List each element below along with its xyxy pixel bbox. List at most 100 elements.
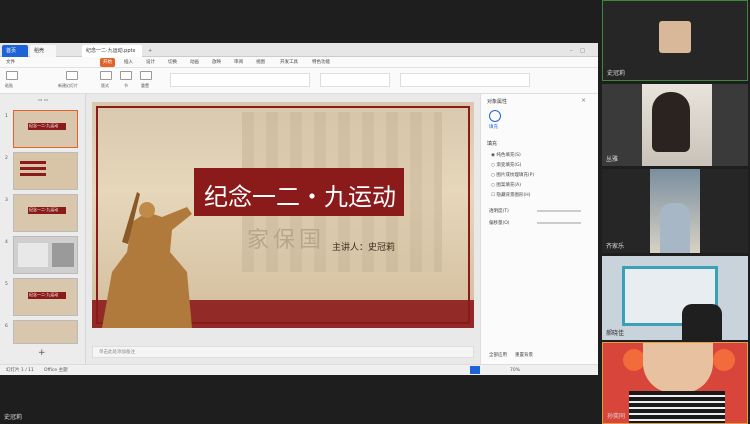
option-label: 图片或纹理填充(P): [496, 173, 535, 178]
font-controls[interactable]: [170, 73, 310, 87]
slide-title: 纪念一二・九运动: [204, 183, 396, 211]
option-label: 渐变填充(G): [496, 163, 522, 168]
ribbon-toolbar: 粘贴 新建幻灯片 版式 节 重置: [0, 68, 598, 94]
fill-options: ◉ 纯色填充(S) ○ 渐变填充(G) ○ 图片或纹理填充(P) ○ 图案填充(…: [491, 152, 581, 202]
menu-transition[interactable]: 切换: [168, 58, 177, 67]
menu-home[interactable]: 开始: [100, 58, 115, 67]
reset-icon[interactable]: [140, 71, 152, 80]
notes-box[interactable]: 单击此处添加备注: [92, 346, 474, 358]
video-meeting-window: 首页 稻壳 纪念一二·九运动.pptx + – □ × 文件 开始 插入 设计 …: [0, 0, 750, 424]
menu-animation[interactable]: 动画: [190, 58, 199, 67]
slide-canvas: 家保国 纪念一二・九运动 主讲人：史冠莉 单击此处添加备注: [86, 94, 480, 364]
slide-thumbnail[interactable]: [13, 236, 78, 274]
participant-face: [643, 343, 713, 393]
option-label: 纯色填充(S): [496, 153, 521, 158]
menu-file[interactable]: 文件: [6, 58, 15, 67]
paragraph-controls[interactable]: [320, 73, 390, 87]
hide-bg-checkbox[interactable]: ☐ 隐藏背景图形(H): [491, 192, 581, 202]
option-label: 隐藏背景图形(H): [496, 193, 531, 198]
offset-label: 偏移量(O): [489, 221, 510, 226]
participant-shirt: [629, 391, 725, 423]
status-bar: 幻灯片 1 / 11 Office 主题 70%: [0, 364, 598, 375]
slide-thumbnail[interactable]: 纪念一二·九运动: [13, 278, 78, 316]
slide-thumbnail[interactable]: [13, 152, 78, 190]
slide-position: 幻灯片 1 / 11: [6, 368, 34, 373]
paste-icon[interactable]: [6, 71, 18, 80]
new-tab-icon[interactable]: +: [144, 45, 152, 57]
menu-design[interactable]: 设计: [146, 58, 155, 67]
participant-tile[interactable]: 史冠莉: [602, 0, 748, 81]
fill-section-title: 填充: [487, 141, 498, 147]
slide[interactable]: 家保国 纪念一二・九运动 主讲人：史冠莉: [92, 102, 474, 328]
participant-name: 孙奕同: [607, 413, 626, 420]
thumb-number: 4: [5, 240, 8, 245]
reset-bg-button[interactable]: 重置背景: [515, 352, 533, 358]
menu-features[interactable]: 特色功能: [312, 58, 330, 67]
tab-bar: 首页 稻壳 纪念一二·九运动.pptx + – □ ×: [0, 43, 598, 66]
thumb-number: 1: [5, 114, 8, 119]
transparency-slider[interactable]: [537, 210, 581, 212]
participant-name: 丛雅: [606, 156, 619, 163]
lantern-decoration: [713, 349, 735, 371]
thumb-title: 纪念一二·九运动: [29, 292, 59, 297]
ribbon-menu: 文件 开始 插入 设计 切换 动画 放映 审阅 视图 开发工具 特色功能: [0, 57, 598, 68]
transparency-label: 透明度(T): [489, 209, 509, 214]
new-slide-icon[interactable]: [66, 71, 78, 80]
slide-thumbnail-panel: ▭ ▭ 1 纪念一二·九运动 2 3 纪念一二·九运动 4 5 纪念一二·九运动…: [0, 94, 86, 364]
paste-label: 粘贴: [5, 83, 13, 88]
participant-tile[interactable]: 孙奕同: [602, 342, 748, 424]
theme-name: Office 主题: [44, 368, 68, 373]
fill-option-solid[interactable]: ◉ 纯色填充(S): [491, 152, 581, 162]
section-icon[interactable]: [120, 71, 132, 80]
shared-screen: 首页 稻壳 纪念一二·九运动.pptx + – □ × 文件 开始 插入 设计 …: [0, 43, 598, 375]
apply-all-button[interactable]: 全部应用: [489, 352, 507, 358]
tab-docer[interactable]: 稻壳: [30, 45, 56, 57]
window-controls-icon[interactable]: – □ ×: [566, 45, 596, 66]
participant-figure: [652, 92, 690, 152]
thumb-title: 纪念一二·九运动: [29, 207, 59, 212]
property-panel: 对象属性 × 填充 填充 ◉ 纯色填充(S) ○ 渐变填充(G) ○ 图片或纹理…: [480, 94, 598, 364]
new-slide-label: 新建幻灯片: [58, 83, 78, 88]
slideshow-icon[interactable]: [470, 366, 480, 374]
participant-tile[interactable]: 郝晓佳: [602, 256, 748, 340]
participant-tile[interactable]: 丛雅: [602, 84, 748, 166]
participant-tile[interactable]: 齐家乐: [602, 169, 748, 253]
panel-title: 对象属性: [487, 99, 508, 105]
thumb-number: 3: [5, 198, 8, 203]
close-icon[interactable]: ×: [581, 97, 586, 104]
add-slide-icon[interactable]: +: [38, 348, 46, 358]
notes-placeholder: 单击此处添加备注: [99, 350, 135, 355]
layout-label: 版式: [101, 83, 109, 88]
menu-developer[interactable]: 开发工具: [280, 58, 298, 67]
drawing-controls[interactable]: [400, 73, 530, 87]
reset-label: 重置: [141, 83, 149, 88]
fill-tab-icon[interactable]: [489, 110, 501, 122]
layout-icon[interactable]: [100, 71, 112, 80]
fill-tab-label[interactable]: 填充: [489, 124, 498, 130]
tab-home[interactable]: 首页: [2, 45, 28, 57]
fill-option-gradient[interactable]: ○ 渐变填充(G): [491, 162, 581, 172]
participant-name: 史冠莉: [607, 70, 626, 77]
slide-thumbnail[interactable]: 纪念一二·九运动: [13, 110, 78, 148]
slide-thumbnail[interactable]: 纪念一二·九运动: [13, 194, 78, 232]
fill-option-pattern[interactable]: ○ 图案填充(A): [491, 182, 581, 192]
zoom-level[interactable]: 70%: [510, 366, 520, 375]
menu-review[interactable]: 审阅: [234, 58, 243, 67]
thumb-number: 5: [5, 282, 8, 287]
menu-view[interactable]: 视图: [256, 58, 265, 67]
menu-insert[interactable]: 插入: [124, 58, 133, 67]
option-label: 图案填充(A): [496, 183, 521, 188]
participant-name: 齐家乐: [606, 243, 625, 250]
tab-file[interactable]: 纪念一二·九运动.pptx: [82, 45, 142, 57]
offset-slider[interactable]: [537, 222, 581, 224]
thumb-title: 纪念一二·九运动: [29, 123, 59, 128]
participant-figure: [660, 203, 690, 253]
menu-slideshow[interactable]: 放映: [212, 58, 221, 67]
fill-option-picture[interactable]: ○ 图片或纹理填充(P): [491, 172, 581, 182]
lantern-decoration: [623, 349, 645, 371]
slide-thumbnail[interactable]: [13, 320, 78, 344]
participant-figure: [682, 304, 722, 340]
slide-speaker: 主讲人：史冠莉: [332, 243, 396, 253]
statue-figure: [102, 192, 192, 328]
thumb-panel-header: ▭ ▭: [38, 98, 48, 103]
